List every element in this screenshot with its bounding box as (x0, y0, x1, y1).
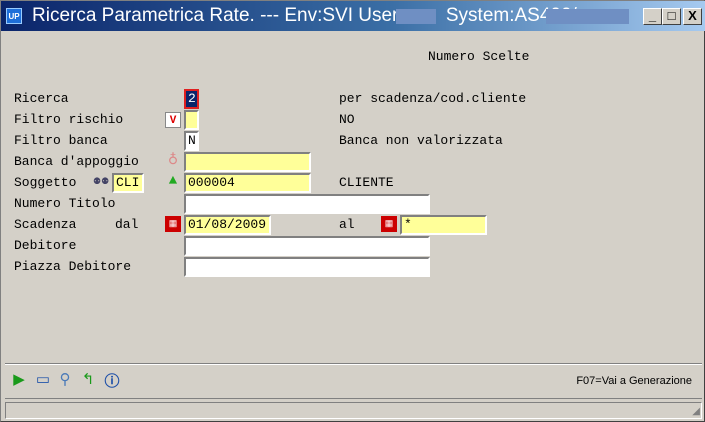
play-icon[interactable]: ▶ (10, 372, 28, 390)
soggetto-type-input[interactable]: CLI (112, 173, 144, 193)
piggy-bank-icon[interactable]: ♁ (165, 153, 181, 169)
piazza-debitore-input[interactable] (184, 257, 430, 277)
ricerca-desc: per scadenza/cod.cliente (339, 91, 527, 106)
user-icon[interactable]: ▲ (165, 173, 181, 189)
header-numero-scelte: Numero Scelte (428, 49, 530, 64)
status-bar (5, 402, 702, 419)
debitore-input[interactable] (184, 236, 430, 256)
calendar-icon[interactable]: ▦ (381, 216, 397, 232)
label-filtro-rischio: Filtro rischio (14, 112, 124, 127)
scadenza-al-input[interactable]: * (400, 215, 487, 235)
label-filtro-banca: Filtro banca (14, 133, 108, 148)
function-key-hint: F07=Vai a Generazione (576, 375, 692, 387)
label-piazza-debitore: Piazza Debitore (14, 259, 132, 274)
divider (5, 398, 702, 399)
label-numero-titolo: Numero Titolo (14, 196, 116, 211)
redacted-system (546, 9, 629, 24)
maximize-button[interactable]: □ (662, 8, 681, 25)
minimize-button[interactable]: _ (643, 8, 662, 25)
window: UP Ricerca Parametrica Rate. --- Env:SVI… (0, 0, 705, 422)
search-icon[interactable]: ⚲ (56, 372, 74, 390)
label-banca-appoggio: Banca d'appoggio (14, 154, 139, 169)
filtro-rischio-input[interactable] (184, 110, 199, 130)
soggetto-code-input[interactable]: 000004 (184, 173, 311, 193)
filtro-rischio-desc: NO (339, 112, 355, 127)
soggetto-desc: CLIENTE (339, 175, 394, 190)
label-al: al (339, 217, 355, 232)
info-icon[interactable]: ⓘ (103, 372, 121, 390)
people-icon[interactable]: ⚉⚉ (93, 174, 109, 190)
back-arrow-icon[interactable]: ↰ (79, 372, 97, 390)
divider (5, 363, 702, 365)
window-title: Ricerca Parametrica Rate. --- Env:SVI Us… (32, 5, 577, 26)
ricerca-input[interactable]: 2 (184, 89, 199, 109)
label-dal: dal (115, 217, 139, 232)
resize-grip[interactable]: ◢ (692, 405, 700, 420)
risk-icon[interactable]: V (165, 112, 181, 128)
filtro-banca-desc: Banca non valorizzata (339, 133, 503, 148)
label-ricerca: Ricerca (14, 91, 69, 106)
label-scadenza: Scadenza (14, 217, 77, 232)
scadenza-dal-input[interactable]: 01/08/2009 (184, 215, 271, 235)
banca-appoggio-input[interactable] (184, 152, 311, 172)
app-icon: UP (6, 8, 22, 24)
numero-titolo-input[interactable] (184, 194, 430, 214)
window-icon[interactable]: ▭ (34, 372, 52, 390)
label-soggetto: Soggetto (14, 175, 77, 190)
filtro-banca-input[interactable]: N (184, 131, 199, 151)
calendar-icon[interactable]: ▦ (165, 216, 181, 232)
label-debitore: Debitore (14, 238, 77, 253)
redacted-user (396, 9, 436, 24)
title-bar: UP Ricerca Parametrica Rate. --- Env:SVI… (1, 1, 705, 31)
close-button[interactable]: X (683, 8, 702, 25)
